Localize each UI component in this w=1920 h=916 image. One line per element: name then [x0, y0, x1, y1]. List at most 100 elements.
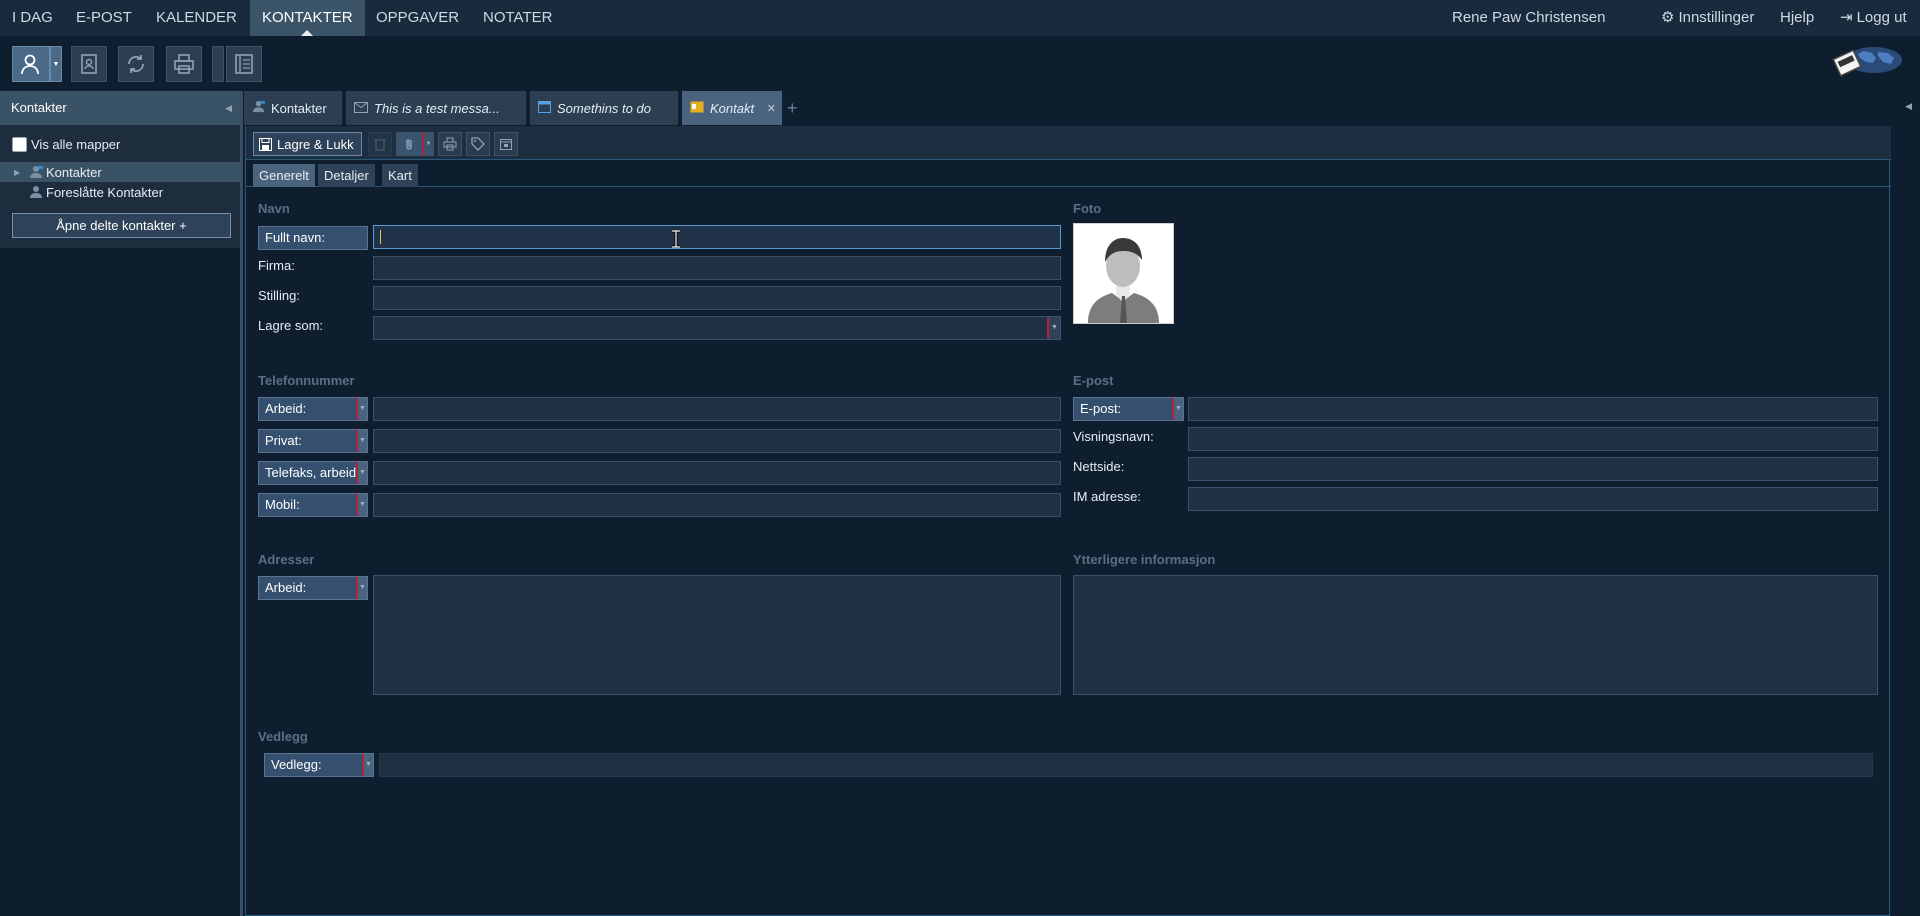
help-link[interactable]: Hjelp [1780, 0, 1814, 36]
text-cursor-icon [672, 230, 680, 248]
sidebar-divider[interactable] [240, 91, 243, 916]
save-and-close-button[interactable]: Lagre & Lukk [253, 132, 362, 156]
chevron-down-icon: ▼ [362, 754, 373, 776]
tab-contacts[interactable]: Kontakter [244, 91, 342, 125]
nav-email[interactable]: E-POST [64, 0, 144, 36]
attachments-type-label: Vedlegg: [271, 757, 322, 772]
save-as-label: Lagre som: [258, 318, 324, 333]
tab-label: Kontakter [271, 100, 327, 116]
tab-contact-card[interactable]: Kontakt ✕ [682, 91, 782, 125]
title-label: Stilling: [258, 288, 300, 303]
phone-work-type[interactable]: Arbeid: ▼ [258, 397, 368, 421]
logout-label: Logg ut [1856, 9, 1907, 26]
phone-fax-type[interactable]: Telefaks, arbeid: ▼ [258, 461, 368, 485]
show-all-label: Vis alle mapper [31, 136, 121, 152]
print-contact-button[interactable] [438, 132, 462, 156]
attachments-field[interactable] [379, 753, 1873, 777]
list-view-button[interactable] [226, 46, 262, 82]
nav-tasks[interactable]: OPPGAVER [364, 0, 471, 36]
gear-icon: ⚙ [1661, 9, 1675, 26]
attachments-type[interactable]: Vedlegg: ▼ [264, 753, 374, 777]
email-type[interactable]: E-post: ▼ [1073, 397, 1184, 421]
subtab-general[interactable]: Generelt [253, 164, 315, 187]
phone-mobile-type[interactable]: Mobil: ▼ [258, 493, 368, 517]
new-contact-button[interactable] [12, 46, 50, 82]
phone-mobile-input[interactable] [373, 493, 1061, 517]
collapse-right-icon[interactable]: ◀ [1905, 101, 1912, 112]
follow-up-button[interactable] [494, 132, 518, 156]
tab-bar: Kontakter This is a test messa... Someth… [244, 91, 1920, 125]
expand-arrow-icon[interactable]: ▶ [14, 168, 26, 177]
open-shared-contacts-button[interactable]: Åpne delte kontakter + [12, 213, 231, 238]
company-input[interactable] [373, 256, 1061, 280]
chevron-down-icon: ▼ [425, 141, 432, 147]
title-input[interactable] [373, 286, 1061, 310]
add-tab-icon[interactable]: + [787, 91, 798, 125]
subtab-map[interactable]: Kart [382, 164, 418, 187]
full-name-button[interactable]: Fullt navn: [258, 226, 368, 250]
tab-somethins-to-do[interactable]: Somethins to do [530, 91, 678, 125]
website-input[interactable] [1188, 457, 1878, 481]
save-and-close-label: Lagre & Lukk [277, 136, 354, 152]
additional-info-textarea[interactable] [1073, 575, 1878, 695]
close-icon[interactable]: ✕ [767, 102, 776, 115]
print-icon [443, 137, 457, 151]
list-view-icon [235, 54, 253, 74]
full-name-input[interactable] [373, 225, 1061, 249]
nav-today[interactable]: I DAG [0, 0, 65, 36]
address-textarea[interactable] [373, 575, 1061, 695]
new-contact-dropdown[interactable]: ▼ [50, 46, 62, 82]
address-type-label: Arbeid: [265, 580, 307, 595]
phone-work-input[interactable] [373, 397, 1061, 421]
folder-label: Foreslåtte Kontakter [46, 184, 164, 200]
attach-button[interactable] [396, 132, 422, 156]
address-book-button[interactable] [71, 46, 107, 82]
folder-label: Kontakter [46, 164, 102, 180]
phone-private-input[interactable] [373, 429, 1061, 453]
tab-test-message[interactable]: This is a test messa... [346, 91, 526, 125]
nav-notes[interactable]: NOTATER [471, 0, 564, 36]
tag-icon [471, 137, 485, 151]
phone-fax-input[interactable] [373, 461, 1061, 485]
subtab-details[interactable]: Detaljer [318, 164, 375, 187]
print-dropdown[interactable] [212, 46, 224, 82]
nav-contacts[interactable]: KONTAKTER [250, 0, 365, 36]
chevron-down-icon: ▼ [356, 430, 367, 452]
sync-button[interactable] [118, 46, 154, 82]
text-caret [380, 230, 381, 244]
contact-form: Lagre & Lukk ▼ Generelt Detaljer Kart Na… [245, 126, 1891, 916]
section-photo: Foto [1073, 201, 1102, 216]
section-name: Navn [258, 201, 290, 216]
section-addresses: Adresser [258, 552, 315, 567]
logout-link[interactable]: ⇥ Logg ut [1840, 0, 1907, 36]
settings-label: Innstillinger [1678, 9, 1755, 26]
folder-suggested-contacts[interactable]: Foreslåtte Kontakter [0, 182, 240, 202]
settings-link[interactable]: ⚙ Innstillinger [1661, 0, 1754, 36]
collapse-left-icon[interactable]: ◀ [225, 91, 232, 125]
delete-button[interactable] [368, 132, 392, 156]
im-address-input[interactable] [1188, 487, 1878, 511]
nav-calendar[interactable]: KALENDER [144, 0, 249, 36]
user-name[interactable]: Rene Paw Christensen [1452, 0, 1605, 36]
sync-icon [128, 55, 144, 73]
phone-type-label: Mobil: [265, 497, 300, 512]
company-label: Firma: [258, 258, 295, 273]
address-type[interactable]: Arbeid: ▼ [258, 576, 368, 600]
show-all-checkbox[interactable] [12, 136, 27, 152]
attach-dropdown[interactable]: ▼ [422, 132, 434, 156]
contact-icon [252, 100, 265, 116]
email-input[interactable] [1188, 397, 1878, 421]
phone-type-label: Arbeid: [265, 401, 307, 416]
contact-photo[interactable] [1073, 223, 1174, 324]
sidebar-title: Kontakter [11, 100, 67, 115]
folder-contacts[interactable]: ▶ Kontakter [0, 162, 240, 182]
save-as-select[interactable]: ▼ [373, 316, 1061, 340]
print-button[interactable] [166, 46, 202, 82]
show-all-folders[interactable]: Vis alle mapper [12, 135, 120, 153]
section-additional-info: Ytterligere informasjon [1073, 552, 1216, 567]
print-icon [174, 54, 194, 74]
tag-button[interactable] [466, 132, 490, 156]
display-name-input[interactable] [1188, 427, 1878, 451]
address-book-icon [81, 54, 97, 74]
phone-private-type[interactable]: Privat: ▼ [258, 429, 368, 453]
